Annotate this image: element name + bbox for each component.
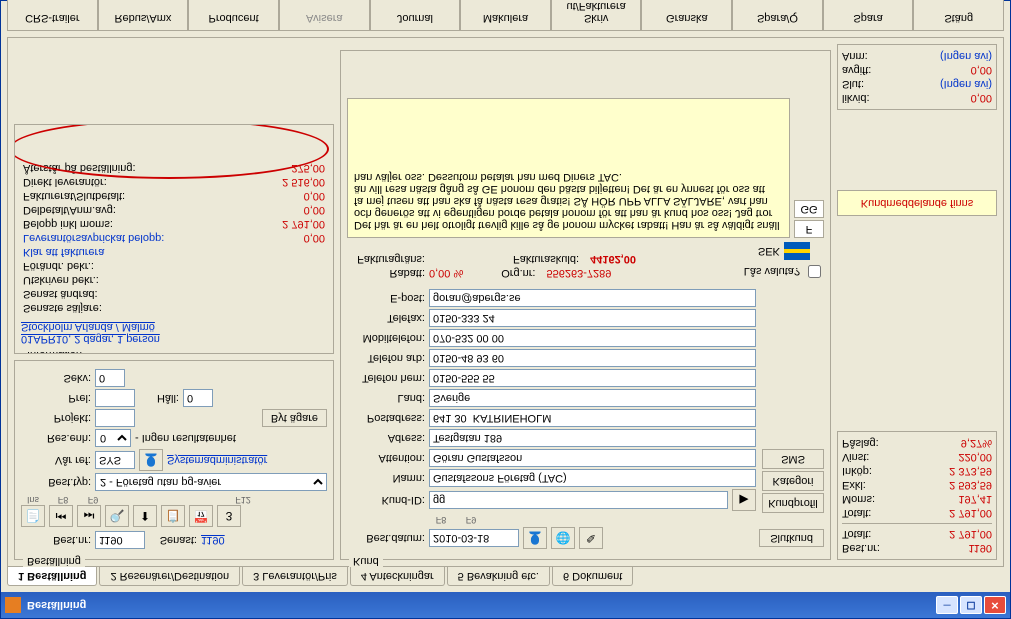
namn-input[interactable] xyxy=(429,469,756,487)
order-legend: Beställning xyxy=(23,555,85,567)
close-button[interactable]: ✕ xyxy=(984,596,1006,614)
btab-makulera[interactable]: Makulera xyxy=(460,0,551,31)
btab-skrivut[interactable]: Skriv ut/Fakturera xyxy=(551,0,642,31)
land-input[interactable] xyxy=(429,389,756,407)
varref-code[interactable] xyxy=(95,451,135,469)
telhem-input[interactable] xyxy=(429,369,756,387)
hall-label: Håll: xyxy=(139,392,179,404)
customer-note[interactable]: Det här är en helt otroligt trevlig kill… xyxy=(347,98,790,238)
varref-name[interactable]: Systemadministratör xyxy=(167,454,267,466)
order-group: Beställning Best.nr: Senast: 1190 📄 ⏮ ⏭ … xyxy=(14,360,334,560)
bestdatum-label: Best.datum: xyxy=(347,532,425,544)
kundid-play-icon[interactable]: ▶ xyxy=(732,489,756,511)
kundprofil-button[interactable]: Kundprofil xyxy=(762,493,824,513)
inner-tabs: 1 Beställning 2 Resenärer/Destination 3 … xyxy=(1,567,1010,592)
adress-input[interactable] xyxy=(429,429,756,447)
new-icon[interactable]: 📄 xyxy=(21,505,45,527)
tab-anteckningar[interactable]: 4 Anteckningar xyxy=(350,567,445,586)
kund-group: Kund Best.datum: 👤 🌐 ✎ Slutkund F8 F9 xyxy=(340,50,831,560)
sms-button[interactable]: SMS xyxy=(762,449,824,469)
senast-link[interactable]: 1190 xyxy=(201,534,225,546)
num3-icon[interactable]: 3 xyxy=(217,505,241,527)
summary-box: Best.nr:1190 Totalt:2 791,00 Totalt:2 79… xyxy=(837,431,997,560)
tab-bevakning[interactable]: 5 Bevakning etc. xyxy=(447,567,550,586)
tab-bestallning[interactable]: 1 Beställning xyxy=(7,567,97,586)
bestnr-input[interactable] xyxy=(95,531,145,549)
btab-crs[interactable]: CRS-trailer xyxy=(7,0,98,31)
postadress-input[interactable] xyxy=(429,409,756,427)
app-icon xyxy=(5,597,21,613)
bestnr-label: Best.nr: xyxy=(21,534,91,546)
kundmeddelande-msg: Kundmeddelande finns xyxy=(837,190,997,216)
doc-icon[interactable]: 📋 xyxy=(161,505,185,527)
sekv-label: Sekv: xyxy=(21,372,91,384)
faktskuld-value: 44162,00 xyxy=(590,253,636,265)
kund-legend: Kund xyxy=(349,555,383,567)
telefax-input[interactable] xyxy=(429,309,756,327)
mobil-input[interactable] xyxy=(429,329,756,347)
projekt-label: Projekt: xyxy=(21,412,91,424)
btab-spara[interactable]: Spara xyxy=(823,0,914,31)
order-toolbar: 📄 ⏮ ⏭ 🔍 ⬆ 📋 📅 3 xyxy=(21,505,327,527)
btab-stang[interactable]: Stäng xyxy=(913,0,1004,31)
btab-avisera[interactable]: Avisera xyxy=(279,0,370,31)
epost-input[interactable] xyxy=(429,289,756,307)
kategori-button[interactable]: Kategori xyxy=(762,471,824,491)
hall-input[interactable] xyxy=(183,389,213,407)
right-lower-box: likvid:0,00 Slut:(Ingen avi) avgift:0,00… xyxy=(837,44,997,110)
btab-producent[interactable]: Producent xyxy=(188,0,279,31)
info-group: Information 01APR10, 2 dagar, 1 person S… xyxy=(14,124,334,354)
sekv-input[interactable] xyxy=(95,369,125,387)
trip-link[interactable]: 01APR10, 2 dagar, 1 person xyxy=(21,333,327,345)
tab-leverantor[interactable]: 3 Leverantör/Pris xyxy=(242,567,348,586)
info-legend: Information xyxy=(23,349,86,354)
btab-granska[interactable]: Granska xyxy=(641,0,732,31)
varref-btn[interactable]: 👤 xyxy=(139,449,163,471)
maximize-button[interactable]: ☐ xyxy=(960,596,982,614)
date-edit-icon[interactable]: ✎ xyxy=(579,527,603,549)
resenh-code[interactable]: 0 xyxy=(95,429,131,447)
upload-icon[interactable]: ⬆ xyxy=(133,505,157,527)
bottom-toolbar: CRS-trailer Rebus/Amx Producent Avisera … xyxy=(1,0,1010,31)
besttyp-label: Best.typ: xyxy=(21,476,91,488)
calendar-icon[interactable]: 📅 xyxy=(189,505,213,527)
fg-f[interactable]: F xyxy=(794,220,824,238)
btab-rebus[interactable]: Rebus/Amx xyxy=(98,0,189,31)
search-icon[interactable]: 🔍 xyxy=(105,505,129,527)
projekt-input[interactable] xyxy=(95,409,135,427)
btab-journal[interactable]: Journal xyxy=(370,0,461,31)
dest-link[interactable]: Stockholm Arlanda / Malmö xyxy=(21,321,327,333)
kundid-input[interactable] xyxy=(429,491,728,509)
prel-input[interactable] xyxy=(95,389,135,407)
fg-gg[interactable]: GG xyxy=(794,200,824,218)
date-globe-icon[interactable]: 🌐 xyxy=(551,527,575,549)
tab-dokument[interactable]: 6 Dokument xyxy=(552,567,633,586)
bytagare-button[interactable]: Byt ägare xyxy=(262,409,327,427)
window-title: Beställning xyxy=(27,599,86,611)
prel-label: Prel: xyxy=(21,392,91,404)
slutkund-button[interactable]: Slutkund xyxy=(759,529,824,547)
btab-sparaq[interactable]: Spara/Q xyxy=(732,0,823,31)
tab-resenarer[interactable]: 2 Resenärer/Destination xyxy=(99,567,240,586)
next-icon[interactable]: ⏭ xyxy=(77,505,101,527)
minimize-button[interactable]: ─ xyxy=(936,596,958,614)
telarb-input[interactable] xyxy=(429,349,756,367)
bestdatum-input[interactable] xyxy=(429,529,519,547)
resenh-label: Res.enh: xyxy=(21,432,91,444)
attention-input[interactable] xyxy=(429,449,756,467)
varref-label: Vår ref: xyxy=(21,454,91,466)
senast-label: Senast: xyxy=(149,534,197,546)
flag-sweden-icon xyxy=(784,242,810,260)
prev-icon[interactable]: ⏮ xyxy=(49,505,73,527)
date-search-icon[interactable]: 👤 xyxy=(523,527,547,549)
lasvaluta-checkbox[interactable] xyxy=(808,265,821,278)
resenh-text: - Ingen resultatenhet xyxy=(135,432,236,444)
besttyp-select[interactable]: 2 - Företag utan pg-avier xyxy=(95,473,327,491)
titlebar: Beställning ─ ☐ ✕ xyxy=(1,592,1010,618)
